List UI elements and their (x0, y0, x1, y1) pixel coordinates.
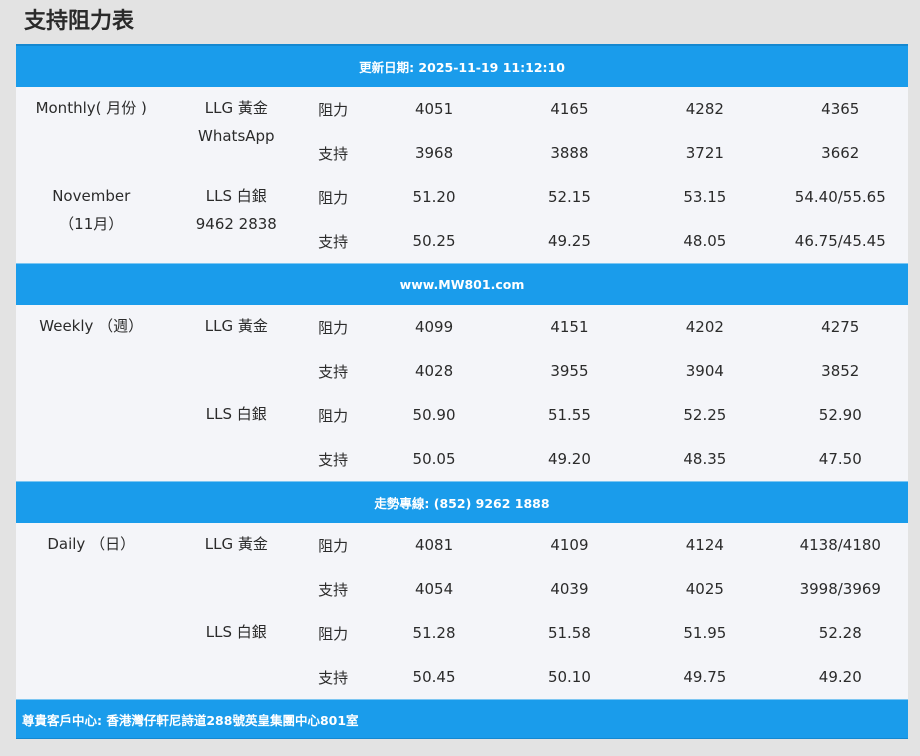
value-cell: 3904 (637, 349, 773, 393)
weekly-llg-product: LLG 黃金 (166, 305, 307, 393)
page-title: 支持阻力表 (24, 9, 135, 34)
value-cell: 4138/4180 (772, 523, 908, 567)
table-row: Daily （日） LLG 黃金 阻力 4081 4109 4124 4138/… (16, 523, 908, 700)
monthly-llg-product: LLG 黃金 WhatsApp (166, 87, 307, 175)
address-banner-row: 尊貴客戶中心: 香港灣仔軒尼詩道288號英皇集團中心801室 (16, 699, 908, 739)
table-row: Weekly （週） LLG 黃金 阻力 4099 4151 4202 4275 (16, 305, 908, 482)
phone-number: 9462 2838 (195, 215, 277, 233)
website-banner-row: www.MW801.com (16, 263, 908, 305)
resistance-label: 阻力 (306, 611, 367, 655)
value-cell: 4365 (772, 87, 908, 131)
value-cell: 52.25 (637, 393, 773, 437)
value-cell: 3852 (772, 349, 908, 393)
daily-lls-product: LLS 白銀 (166, 611, 307, 700)
value-cell: 46.75/45.45 (772, 219, 908, 264)
update-date: 更新日期: 2025-11-19 11:12:10 (16, 44, 908, 87)
monthly-month-label: November （11月） (16, 175, 167, 264)
value-cell: 54.40/55.65 (772, 175, 908, 219)
value-cell: 48.05 (637, 219, 773, 264)
value-cell: 4025 (637, 567, 773, 611)
customer-center-address: 尊貴客戶中心: 香港灣仔軒尼詩道288號英皇集團中心801室 (16, 699, 908, 739)
value-cell: 4151 (501, 305, 638, 349)
value-cell: 49.75 (637, 655, 773, 700)
daily-llg-product: LLG 黃金 (166, 523, 307, 611)
weekly-period-label: Weekly （週） (16, 305, 167, 482)
value-cell: 50.25 (366, 219, 502, 264)
value-cell: 52.15 (501, 175, 638, 219)
support-label: 支持 (306, 655, 367, 700)
daily-period-label: Daily （日） (16, 523, 167, 700)
hotline-banner-row: 走勢專線: (852) 9262 1888 (16, 481, 908, 523)
value-cell: 4109 (501, 523, 638, 567)
hotline-number: 走勢專線: (852) 9262 1888 (16, 481, 908, 523)
value-cell: 4039 (501, 567, 638, 611)
resistance-label: 阻力 (306, 523, 367, 567)
value-cell: 51.95 (637, 611, 773, 655)
value-cell: 50.90 (366, 393, 502, 437)
value-cell: 4124 (637, 523, 773, 567)
table-row: November （11月） LLS 白銀 9462 2838 阻力 51.20 5… (16, 175, 908, 264)
value-cell: 52.90 (772, 393, 908, 437)
value-cell: 49.20 (501, 437, 638, 482)
monthly-lls-product: LLS 白銀 9462 2838 (166, 175, 307, 264)
value-cell: 4099 (366, 305, 502, 349)
value-cell: 4028 (366, 349, 502, 393)
value-cell: 4282 (637, 87, 773, 131)
value-cell: 51.55 (501, 393, 638, 437)
support-resistance-table: 更新日期: 2025-11-19 11:12:10 Monthly( 月份 ) … (16, 44, 908, 739)
whatsapp-label: WhatsApp (198, 127, 275, 145)
value-cell: 51.20 (366, 175, 502, 219)
support-label: 支持 (306, 567, 367, 611)
website-url: www.MW801.com (16, 263, 908, 305)
value-cell: 3888 (501, 131, 638, 175)
value-cell: 53.15 (637, 175, 773, 219)
resistance-label: 阻力 (306, 305, 367, 349)
value-cell: 48.35 (637, 437, 773, 482)
value-cell: 50.45 (366, 655, 502, 700)
value-cell: 3662 (772, 131, 908, 175)
resistance-label: 阻力 (306, 175, 367, 219)
value-cell: 50.10 (501, 655, 638, 700)
value-cell: 4165 (501, 87, 638, 131)
support-label: 支持 (306, 131, 367, 175)
resistance-label: 阻力 (306, 393, 367, 437)
value-cell: 4051 (366, 87, 502, 131)
value-cell: 4054 (366, 567, 502, 611)
value-cell: 52.28 (772, 611, 908, 655)
value-cell: 4081 (366, 523, 502, 567)
value-cell: 3998/3969 (772, 567, 908, 611)
update-banner-row: 更新日期: 2025-11-19 11:12:10 (16, 44, 908, 87)
value-cell: 3968 (366, 131, 502, 175)
value-cell: 51.28 (366, 611, 502, 655)
weekly-lls-product: LLS 白銀 (166, 393, 307, 482)
resistance-label: 阻力 (306, 87, 367, 131)
support-resistance-table-container: 更新日期: 2025-11-19 11:12:10 Monthly( 月份 ) … (16, 44, 908, 739)
support-label: 支持 (306, 349, 367, 393)
value-cell: 4202 (637, 305, 773, 349)
value-cell: 3721 (637, 131, 773, 175)
value-cell: 50.05 (366, 437, 502, 482)
value-cell: 4275 (772, 305, 908, 349)
value-cell: 3955 (501, 349, 638, 393)
value-cell: 51.58 (501, 611, 638, 655)
value-cell: 49.25 (501, 219, 638, 264)
value-cell: 47.50 (772, 437, 908, 482)
support-label: 支持 (306, 437, 367, 482)
value-cell: 49.20 (772, 655, 908, 700)
support-label: 支持 (306, 219, 367, 264)
table-row: Monthly( 月份 ) LLG 黃金 WhatsApp 阻力 4051 416… (16, 87, 908, 175)
monthly-period-label: Monthly( 月份 ) (16, 87, 167, 175)
